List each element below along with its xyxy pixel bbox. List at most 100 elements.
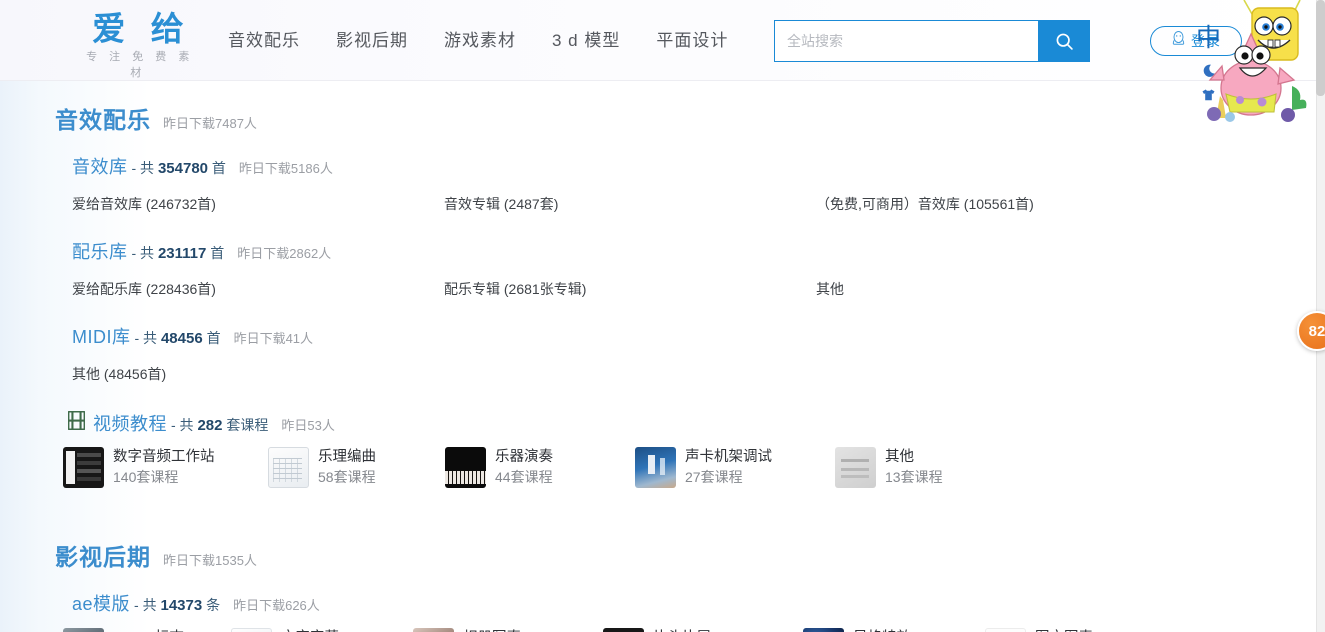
links-row-midi-library: 其他 (48456首) [0,364,1316,384]
count-value: 14373 [160,597,203,614]
link-midi-other[interactable]: 其他 (48456首) [72,364,444,384]
thumbnail-daw [63,447,104,488]
group-count-ae-templates: - 共 14373 条 [134,595,220,615]
count-unit: 条 [206,597,221,613]
card-sub-music-theory: 58套课程 [318,468,376,485]
count-unit: 首 [206,330,221,346]
card-photo-album[interactable]: 相册写真 1271条 [413,628,603,632]
group-header-music-library: 配乐库 - 共 231117 首 昨日下载2862人 [0,238,1316,264]
link-music-albums[interactable]: 配乐专辑 (2681张专辑) [444,279,816,299]
thumbnail-soundcard [635,447,676,488]
section-title-video-post[interactable]: 影视后期 [55,538,151,572]
group-meta-midi-library: 昨日下载41人 [233,331,314,346]
thumbnail-text-subtitle [231,628,272,632]
group-header-ae-templates: ae模版 - 共 14373 条 昨日下载626人 [0,590,1316,616]
link-aigei-sound-library[interactable]: 爱给音效库 (246732首) [72,194,444,214]
group-meta-ae-templates: 昨日下载626人 [233,598,320,613]
site-header: 爱 给 专 注 免 费 素 材 音效配乐 影视后期 游戏素材 3 d 模型 平面… [0,0,1316,122]
thumbnail-music-theory [268,447,309,488]
section-header-video-post: 影视后期 昨日下载1535人 [0,538,1316,572]
card-soundcard[interactable]: 声卡机架调试 27套课程 [635,447,835,488]
link-music-other[interactable]: 其他 [816,279,1216,299]
count-value: 48456 [160,330,203,347]
search-box [774,20,1090,62]
group-title-ae-templates[interactable]: ae模版 [72,590,130,616]
section-meta-video-post: 昨日下载1535人 [163,553,257,568]
group-count-music-library: - 共 231117 首 [132,243,225,263]
count-prefix: - 共 [131,160,155,176]
group-header-midi-library: MIDI库 - 共 48456 首 昨日下载41人 [0,323,1316,349]
group-count-midi-library: - 共 48456 首 [135,328,221,348]
nav-item-3d[interactable]: 3 d 模型 [552,28,620,54]
count-value: 354780 [157,160,209,177]
qq-penguin-icon [1171,30,1186,52]
thumbnail-tutorial-other [835,447,876,488]
card-title-soundcard: 声卡机架调试 [685,449,772,466]
count-unit: 首 [210,245,225,261]
card-opening-ending[interactable]: 片头片尾 938条 [603,628,803,632]
section-audio: 音效配乐 昨日下载7487人 音效库 - 共 354780 首 昨日下载5186… [0,81,1316,488]
section-header-audio: 音效配乐 昨日下载7487人 [0,101,1316,135]
search-input[interactable] [774,20,1038,62]
card-music-theory[interactable]: 乐理编曲 58套课程 [268,447,445,488]
card-title-instrument: 乐器演奏 [495,449,553,466]
nav-item-graphic[interactable]: 平面设计 [656,28,728,54]
card-title-daw: 数字音频工作站 [113,449,215,466]
links-row-music-library: 爱给配乐库 (228436首) 配乐专辑 (2681张专辑) 其他 [0,279,1316,299]
group-meta-video-tutorials: 昨日53人 [281,418,335,433]
thumbnail-logo [63,628,104,632]
group-count-video-tutorials: - 共 282 套课程 [171,415,268,435]
search-icon [1054,31,1075,52]
page-scrollbar-thumb[interactable] [1316,0,1325,96]
count-prefix: - 共 [171,417,194,433]
card-tutorial-other[interactable]: 其他 13套课程 [835,447,943,488]
logo-main-text: 爱 给 [92,9,191,48]
card-logo[interactable]: LOGO标志 2504条 [63,628,231,632]
card-title-tutorial-other: 其他 [885,449,914,466]
film-strip-icon [67,410,86,435]
group-header-video-tutorials: 视频教程 - 共 282 套课程 昨日53人 [0,410,1316,436]
card-instrument[interactable]: 乐器演奏 44套课程 [445,447,635,488]
link-sound-albums[interactable]: 音效专辑 (2487套) [444,194,816,214]
card-sub-soundcard: 27套课程 [685,468,743,485]
nav-item-audio[interactable]: 音效配乐 [228,28,300,54]
thumbnail-photo-album [413,628,454,632]
nav-item-game[interactable]: 游戏素材 [444,28,516,54]
group-meta-music-library: 昨日下载2862人 [237,246,332,261]
group-title-midi-library[interactable]: MIDI库 [72,323,131,349]
group-title-sound-library[interactable]: 音效库 [72,153,128,179]
group-title-music-library[interactable]: 配乐库 [72,238,128,264]
group-meta-sound-library: 昨日下载5186人 [238,161,333,176]
count-prefix: - 共 [134,330,158,346]
main-content: 音效配乐 昨日下载7487人 音效库 - 共 354780 首 昨日下载5186… [0,81,1316,632]
count-unit: 首 [211,160,226,176]
thumbnail-infographic [985,628,1026,632]
page-root: 爱 给 专 注 免 费 素 材 音效配乐 影视后期 游戏素材 3 d 模型 平面… [0,0,1316,632]
nav-item-video[interactable]: 影视后期 [336,28,408,54]
card-infographic[interactable]: 图文图表 1303条 [985,628,1093,632]
count-prefix: - 共 [131,245,155,261]
count-prefix: - 共 [134,597,157,613]
link-free-commercial-sound-library[interactable]: （免费,可商用）音效库 (105561首) [816,194,1216,214]
card-sub-instrument: 44套课程 [495,468,553,485]
card-sub-daw: 140套课程 [113,468,179,485]
login-label: 登录 [1191,33,1221,49]
links-row-sound-library: 爱给音效库 (246732首) 音效专辑 (2487套) （免费,可商用）音效库… [0,194,1316,214]
login-button[interactable]: 登录 [1150,26,1242,56]
link-aigei-music-library[interactable]: 爱给配乐库 (228436首) [72,279,444,299]
section-title-audio[interactable]: 音效配乐 [55,101,151,135]
section-meta-audio: 昨日下载7487人 [163,116,257,131]
site-logo[interactable]: 爱 给 专 注 免 费 素 材 [72,10,204,81]
thumbnail-style-fx [803,628,844,632]
thumbnail-instrument [445,447,486,488]
card-text-subtitle[interactable]: 文字字幕 1522条 [231,628,413,632]
card-style-fx[interactable]: 风格特效 1723条 [803,628,985,632]
search-button[interactable] [1038,20,1090,62]
section-video-post: 影视后期 昨日下载1535人 ae模版 - 共 14373 条 昨日下载626人… [0,538,1316,632]
card-daw[interactable]: 数字音频工作站 140套课程 [63,447,268,488]
group-header-sound-library: 音效库 - 共 354780 首 昨日下载5186人 [0,153,1316,179]
cards-row-ae-templates: LOGO标志 2504条 文字字幕 1522条 相册写真 1271条 [0,628,1316,632]
group-title-video-tutorials[interactable]: 视频教程 [93,410,167,436]
count-value: 282 [197,417,223,434]
count-unit: 套课程 [226,417,269,433]
